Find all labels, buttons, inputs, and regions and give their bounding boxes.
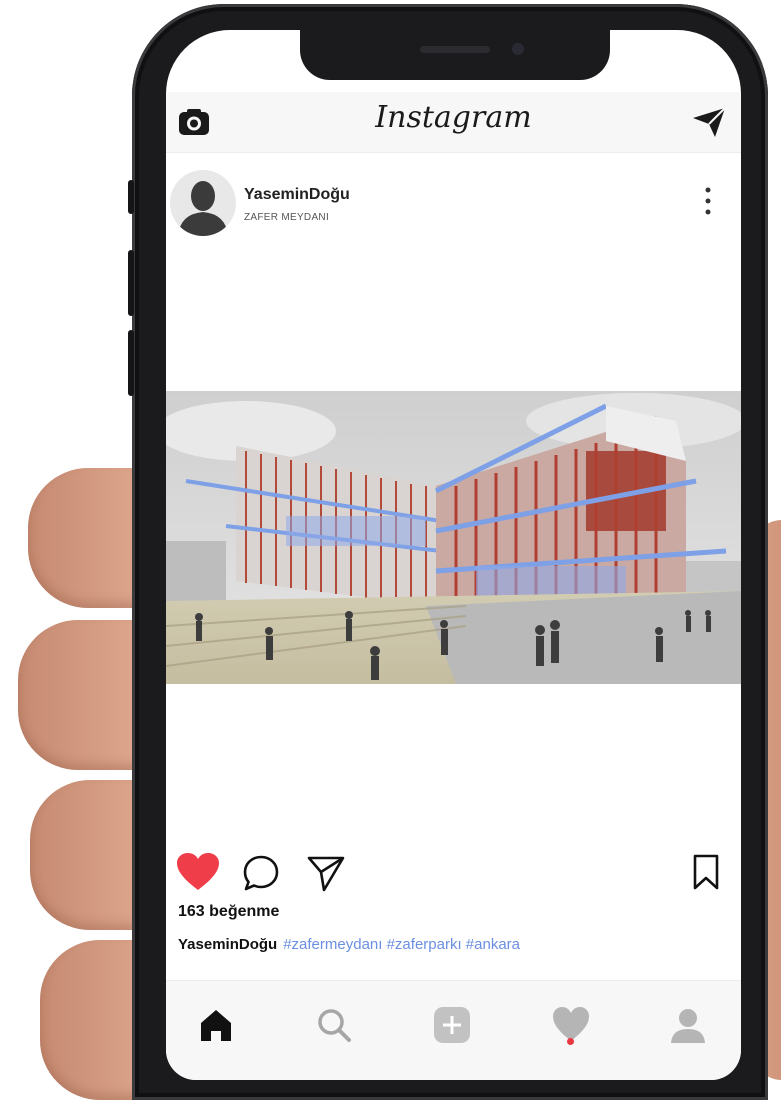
add-post-icon[interactable] — [432, 1005, 472, 1045]
speaker-grille — [420, 46, 490, 53]
app-brand-title: Instagram — [375, 100, 532, 135]
phone-mute-switch — [128, 180, 134, 214]
likes-count[interactable]: 163 beğenme — [178, 903, 279, 921]
bookmark-icon[interactable] — [691, 854, 721, 890]
phone-notch — [300, 30, 610, 80]
avatar[interactable] — [170, 170, 236, 236]
default-avatar-icon — [178, 181, 228, 236]
paper-plane-icon[interactable] — [306, 854, 346, 892]
heart-filled-icon[interactable] — [176, 852, 220, 892]
search-icon[interactable] — [314, 1005, 354, 1045]
post-action-bar — [166, 850, 741, 900]
post-header: YaseminDoğu ZAFER MEYDANI — [166, 166, 741, 238]
notification-dot — [567, 1038, 574, 1045]
profile-icon[interactable] — [668, 1005, 708, 1045]
phone-volume-up — [128, 250, 134, 316]
architecture-render-image[interactable] — [166, 391, 741, 684]
bottom-tab-bar — [166, 980, 741, 1080]
post-caption: YaseminDoğu #zafermeydanı #zaferparkı #an… — [178, 936, 520, 953]
home-icon[interactable] — [196, 1005, 236, 1045]
phone-screen: Instagram YaseminDoğu ZAFER MEYDANI 163 … — [166, 30, 741, 1080]
caption-hashtags[interactable]: #zafermeydanı #zaferparkı #ankara — [283, 936, 520, 953]
paper-plane-icon[interactable] — [691, 106, 727, 138]
post-username[interactable]: YaseminDoğu — [244, 186, 350, 204]
app-top-bar: Instagram — [166, 92, 741, 153]
caption-username[interactable]: YaseminDoğu — [178, 936, 277, 953]
post-location[interactable]: ZAFER MEYDANI — [244, 212, 329, 223]
phone-volume-down — [128, 330, 134, 396]
front-camera — [512, 43, 524, 55]
comment-bubble-icon[interactable] — [242, 854, 280, 892]
more-options-icon[interactable] — [703, 184, 713, 218]
